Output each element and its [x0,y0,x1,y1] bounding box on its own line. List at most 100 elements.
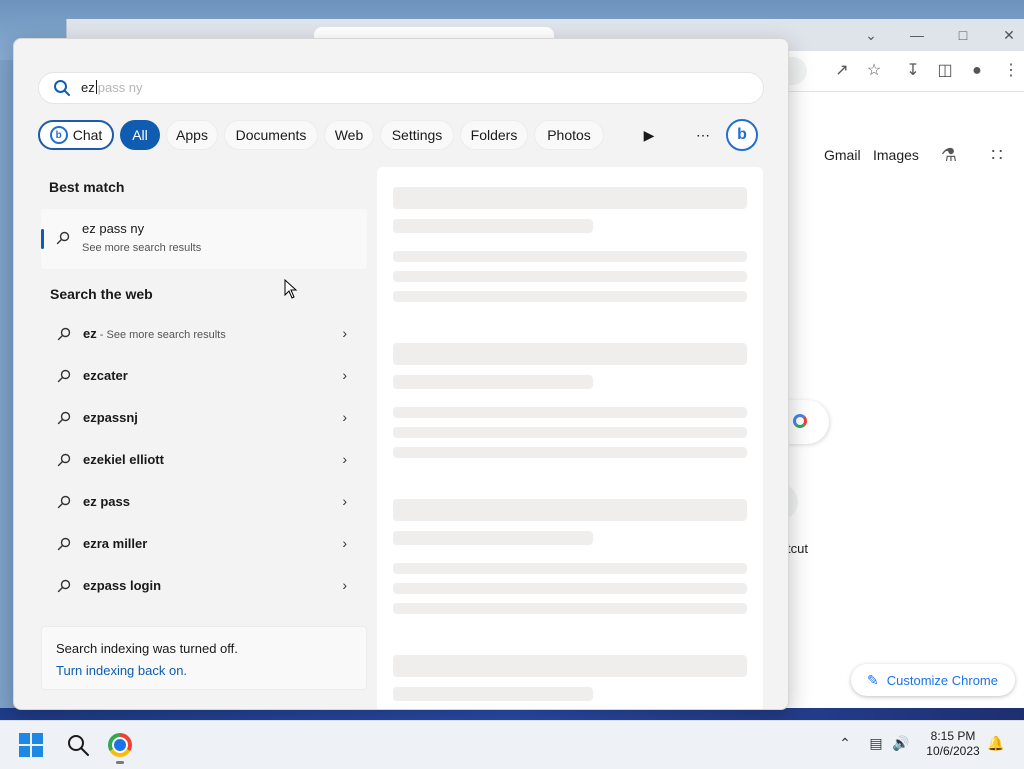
tab-folders-label: Folders [470,127,518,143]
windows-logo-icon [19,746,30,757]
volume-icon[interactable]: 🔊 [891,735,911,755]
tab-folders[interactable]: Folders [460,120,528,150]
web-result-item[interactable]: ezcater › [41,357,367,395]
skeleton-bar [393,375,593,389]
show-hidden-icons-chevron-icon[interactable]: ⌃ [835,735,855,755]
close-icon[interactable]: ✕ [995,25,1023,45]
chevron-right-icon[interactable]: › [342,409,347,425]
bookmark-star-icon[interactable]: ☆ [862,59,886,83]
skeleton-bar [393,563,747,574]
tab-settings[interactable]: Settings [380,120,454,150]
skeleton-bar [393,251,747,262]
web-result-item[interactable]: ezpass login › [41,567,367,605]
tab-apps[interactable]: Apps [166,120,218,150]
skeleton-bar [393,499,747,521]
skeleton-bar [393,271,747,282]
web-result-query: ezekiel elliott [83,452,164,467]
network-icon[interactable]: ▤ [866,735,886,755]
chrome-taskbar-icon[interactable] [108,733,132,757]
labs-flask-icon[interactable]: ⚗ [937,143,961,167]
web-result-item[interactable]: ez pass › [41,483,367,521]
gmail-link[interactable]: Gmail [824,147,861,163]
search-query: ez pass ny [81,80,143,95]
start-search-flyout: ez pass ny b Chat All Apps Documents Web … [13,38,789,710]
text-caret [95,80,97,94]
web-result-item[interactable]: ezra miller › [41,525,367,563]
web-result-query: ez pass [83,494,130,509]
tab-web-label: Web [334,127,364,143]
tab-chat[interactable]: b Chat [38,120,114,150]
customize-chrome-button[interactable]: ✎ Customize Chrome [851,664,1015,696]
search-icon [57,369,71,383]
search-icon [56,231,70,245]
chevron-right-icon[interactable]: › [342,367,347,383]
web-result-query: ezpass login [83,578,162,593]
skeleton-bar [393,583,747,594]
skeleton-bar [393,219,593,233]
minimize-icon[interactable]: — [903,25,931,45]
lens-icon [793,414,807,428]
windows-logo-icon [19,733,30,744]
web-result-item[interactable]: ez - See more search results › [41,315,367,353]
tab-web[interactable]: Web [324,120,374,150]
best-match-item[interactable]: ez pass ny See more search results [41,209,367,269]
system-clock[interactable]: 8:15 PM 10/6/2023 [918,729,988,759]
bing-icon[interactable]: b [726,119,758,151]
apps-grid-icon[interactable]: ∷ [985,143,1009,167]
search-icon [57,537,71,551]
shortcut-label: tcut [787,541,808,556]
web-result-query: ez [83,326,97,341]
tab-all[interactable]: All [120,120,160,150]
chrome-menu-icon[interactable]: ⋮ [999,59,1023,83]
chevron-right-icon[interactable]: › [342,535,347,551]
skeleton-bar [393,603,747,614]
search-icon [57,327,71,341]
tab-photos[interactable]: Photos [534,120,604,150]
web-result-item[interactable]: ezekiel elliott › [41,441,367,479]
search-web-heading: Search the web [50,286,153,302]
pencil-icon: ✎ [867,671,879,688]
side-panel-icon[interactable]: ◫ [933,59,957,83]
running-indicator [116,761,124,764]
chevron-right-icon[interactable]: › [342,325,347,341]
preview-pane-loading [377,167,763,709]
skeleton-bar [393,687,593,701]
scroll-tabs-right-icon[interactable]: ▶ [634,120,664,150]
windows-logo-icon [32,733,43,744]
images-link[interactable]: Images [873,147,919,163]
web-result-query: ezcater [83,368,128,383]
tab-chat-label: Chat [72,127,103,143]
best-match-title: ez pass ny [82,221,145,236]
search-input[interactable]: ez pass ny [38,72,764,104]
start-button[interactable] [19,733,43,757]
web-result-query: ezpassnj [83,410,138,425]
more-options-icon[interactable]: ⋯ [688,120,718,150]
turn-indexing-on-link[interactable]: Turn indexing back on. [56,663,187,678]
tab-search-icon[interactable]: ⌄ [857,25,885,45]
skeleton-bar [393,655,747,677]
profile-avatar-icon[interactable]: ● [965,59,989,83]
tab-documents[interactable]: Documents [224,120,318,150]
chevron-right-icon[interactable]: › [342,493,347,509]
share-icon[interactable]: ↗ [830,59,854,83]
download-icon[interactable]: ↧ [901,59,925,83]
customize-chrome-label: Customize Chrome [886,672,998,688]
maximize-icon[interactable]: □ [949,25,977,45]
notification-bell-icon[interactable]: 🔔 [986,735,1006,755]
search-icon [57,579,71,593]
taskbar-search-icon[interactable] [66,733,90,757]
tab-all-label: All [132,127,148,143]
taskbar: ⌃ ▤ 🔊 8:15 PM 10/6/2023 🔔 [0,720,1024,769]
tab-documents-label: Documents [235,127,307,143]
tab-apps-label: Apps [176,127,208,143]
web-result-item[interactable]: ezpassnj › [41,399,367,437]
tab-photos-label: Photos [547,127,591,143]
chevron-right-icon[interactable]: › [342,577,347,593]
chevron-right-icon[interactable]: › [342,451,347,467]
skeleton-bar [393,427,747,438]
selection-accent [41,229,44,249]
best-match-heading: Best match [49,179,125,195]
indexing-message: Search indexing was turned off. [56,641,238,656]
skeleton-bar [393,343,747,365]
web-result-text: ez - See more search results [83,326,226,341]
